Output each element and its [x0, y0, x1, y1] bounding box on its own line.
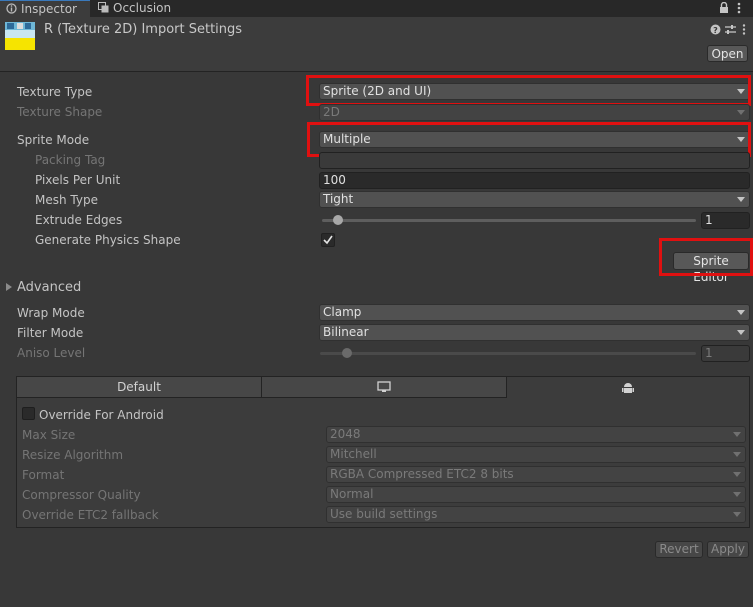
extrude-edges-label: Extrude Edges: [35, 213, 123, 227]
texture-shape-value: 2D: [323, 105, 340, 119]
aniso-level-slider: [320, 352, 696, 355]
chevron-down-icon: [737, 110, 745, 115]
override-etc2-fallback-dropdown: Use build settings: [326, 506, 746, 523]
texture-icon: [5, 22, 35, 53]
android-icon: [622, 383, 634, 393]
mesh-type-label: Mesh Type: [35, 193, 98, 207]
foldout-arrow-icon[interactable]: [6, 283, 12, 291]
filter-mode-dropdown[interactable]: Bilinear: [319, 324, 750, 341]
highlight-sprite-editor: [659, 238, 753, 276]
extrude-edges-slider[interactable]: [322, 219, 696, 222]
compressor-quality-dropdown: Normal: [326, 486, 746, 503]
tab-standalone[interactable]: [262, 377, 507, 398]
chevron-down-icon: [737, 330, 745, 335]
chevron-down-icon: [737, 197, 745, 202]
help-icon[interactable]: ?: [710, 24, 721, 38]
resize-algorithm-dropdown: Mitchell: [326, 446, 746, 463]
highlight-texture-type: [306, 75, 751, 106]
compressor-quality-value: Normal: [330, 487, 374, 501]
filter-mode-value: Bilinear: [323, 325, 369, 339]
chevron-down-icon: [733, 472, 741, 477]
tab-occlusion[interactable]: Occlusion: [92, 0, 192, 17]
texture-type-label: Texture Type: [17, 85, 93, 99]
sprite-mode-label: Sprite Mode: [17, 133, 90, 147]
pixels-per-unit-label: Pixels Per Unit: [35, 173, 121, 187]
packing-tag-label: Packing Tag: [35, 153, 106, 167]
format-value: RGBA Compressed ETC2 8 bits: [330, 467, 514, 481]
generate-physics-shape-label: Generate Physics Shape: [35, 233, 181, 247]
resize-algorithm-value: Mitchell: [330, 447, 377, 461]
occlusion-icon: [98, 1, 109, 13]
compressor-quality-label: Compressor Quality: [22, 488, 141, 502]
max-size-dropdown: 2048: [326, 426, 746, 443]
format-label: Format: [22, 468, 65, 482]
monitor-icon: [377, 381, 391, 392]
format-dropdown: RGBA Compressed ETC2 8 bits: [326, 466, 746, 483]
window-tab-bar: Inspector Occlusion: [0, 0, 753, 17]
wrap-mode-value: Clamp: [323, 305, 362, 319]
chevron-down-icon: [733, 512, 741, 517]
packing-tag-input: [319, 152, 750, 169]
chevron-down-icon: [733, 432, 741, 437]
wrap-mode-dropdown[interactable]: Clamp: [319, 304, 750, 321]
extrude-edges-input[interactable]: 1: [701, 212, 750, 229]
tab-default-label: Default: [117, 380, 161, 394]
override-etc2-fallback-value: Use build settings: [330, 507, 438, 521]
svg-text:?: ?: [713, 26, 718, 35]
tab-menu-icon[interactable]: [737, 2, 741, 17]
resize-algorithm-label: Resize Algorithm: [22, 448, 124, 462]
texture-shape-label: Texture Shape: [17, 105, 103, 119]
override-android-label: Override For Android: [39, 408, 164, 422]
tab-inspector-label: Inspector: [21, 2, 77, 16]
wrap-mode-label: Wrap Mode: [17, 306, 85, 320]
advanced-foldout[interactable]: Advanced: [17, 280, 81, 295]
filter-mode-label: Filter Mode: [17, 326, 84, 340]
revert-button[interactable]: Revert: [655, 541, 703, 558]
pixels-per-unit-input[interactable]: 100: [319, 172, 750, 189]
checkmark-icon: [323, 235, 333, 245]
menu-icon[interactable]: [742, 24, 746, 38]
texture-shape-dropdown: 2D: [319, 104, 750, 121]
override-android-checkbox[interactable]: [22, 407, 35, 420]
aniso-level-input: 1: [701, 345, 750, 362]
override-etc2-fallback-label: Override ETC2 fallback: [22, 508, 159, 522]
tab-default[interactable]: Default: [17, 377, 262, 398]
max-size-label: Max Size: [22, 428, 76, 442]
inspector-icon: [6, 2, 17, 14]
chevron-down-icon: [733, 492, 741, 497]
tab-occlusion-label: Occlusion: [113, 1, 172, 15]
chevron-down-icon: [737, 310, 745, 315]
extrude-edges-slider-handle[interactable]: [333, 215, 343, 225]
generate-physics-shape-checkbox[interactable]: [321, 233, 335, 247]
aniso-level-slider-handle: [342, 348, 352, 358]
lock-icon[interactable]: [719, 1, 729, 17]
page-title: R (Texture 2D) Import Settings: [44, 22, 243, 37]
max-size-value: 2048: [330, 427, 361, 441]
preset-icon[interactable]: [725, 24, 736, 38]
tab-android[interactable]: [507, 377, 749, 398]
apply-button[interactable]: Apply: [707, 541, 749, 558]
open-button[interactable]: Open: [707, 45, 748, 62]
tab-inspector[interactable]: Inspector: [0, 0, 90, 17]
aniso-level-label: Aniso Level: [17, 346, 86, 360]
mesh-type-dropdown[interactable]: Tight: [319, 191, 750, 208]
mesh-type-value: Tight: [323, 192, 354, 206]
chevron-down-icon: [733, 452, 741, 457]
platform-settings-panel: Default Override For Android Max Size 20…: [16, 376, 750, 528]
